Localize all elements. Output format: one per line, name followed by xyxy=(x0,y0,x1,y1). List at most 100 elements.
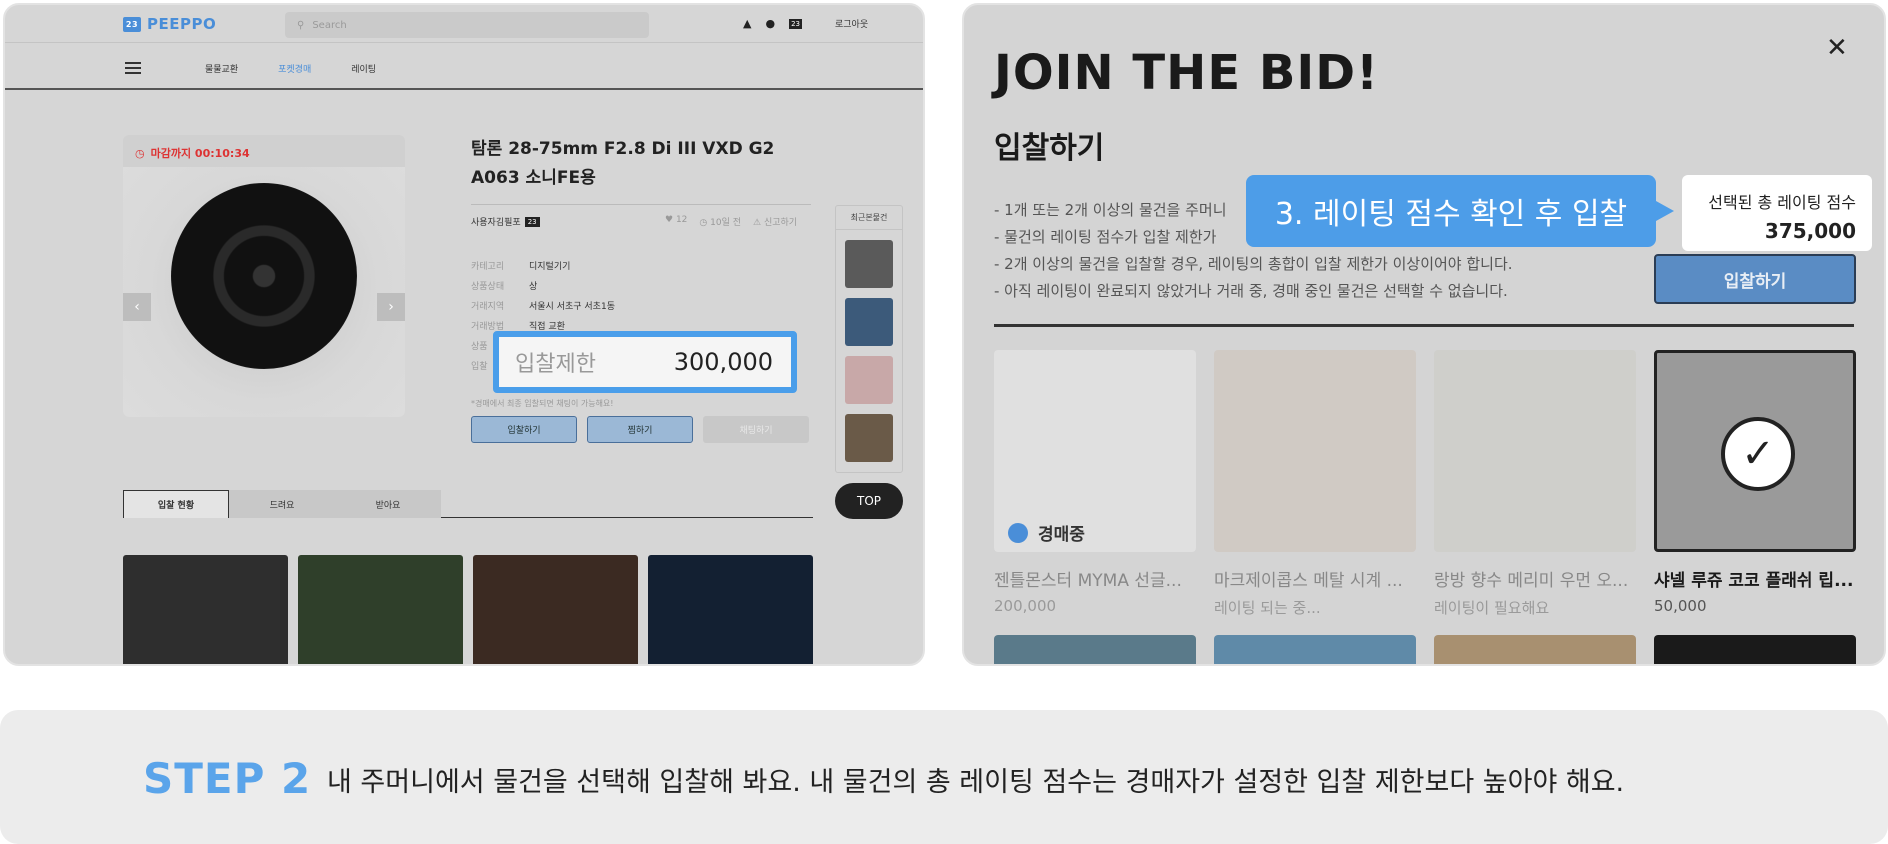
seller-badge: 23 xyxy=(524,216,540,227)
step-caption-bar: STEP 2 내 주머니에서 물건을 선택해 입찰해 봐요. 내 물건의 총 레… xyxy=(0,710,1888,844)
clock-icon: ◷ xyxy=(699,218,708,228)
chat-note: *경매에서 최종 입찰되면 채팅이 가능해요! xyxy=(471,399,614,408)
spec-row: 카테고리 디지털기기 xyxy=(471,261,571,272)
total-score-value: 375,000 xyxy=(1764,219,1856,243)
lipstick-image: ✓ xyxy=(1654,350,1856,552)
sunglasses-image: 경매중 xyxy=(994,350,1196,552)
spec-row: 거래지역 서울시 서초구 서초1동 xyxy=(471,301,615,312)
auction-badge: 경매중 xyxy=(1008,520,1085,545)
item-card[interactable]: 마크제이콥스 메탈 시계 ... 레이팅 되는 중... xyxy=(1214,350,1416,618)
tab-give[interactable]: 드려요 xyxy=(229,490,335,518)
tab-bid-status[interactable]: 입찰 현황 xyxy=(123,490,229,518)
perfume-image xyxy=(1434,350,1636,552)
deadline-timer: ◷ 마감까지 00:10:34 xyxy=(135,146,250,161)
gallery-item[interactable] xyxy=(648,555,813,664)
recent-thumb[interactable] xyxy=(845,240,893,288)
time-ago: ◷ 10일 전 xyxy=(699,218,742,228)
bid-tabs: 입찰 현황 드려요 받아요 xyxy=(123,490,813,518)
recently-viewed-title: 최근본물건 xyxy=(836,206,902,230)
item-status: 레이팅 되는 중... xyxy=(1214,599,1321,617)
item-name: 샤넬 루쥬 코코 플래쉬 립... xyxy=(1654,571,1854,591)
item-card[interactable] xyxy=(994,635,1196,664)
product-meta: ♥ 12 ◷ 10일 전 ⚠ 신고하기 xyxy=(665,215,797,228)
total-score-label: 선택된 총 레이팅 점수 xyxy=(1708,193,1856,212)
product-page-screenshot: 23 PEEPPO ⚲ Search ▲ ● 23 로그아웃 물물교환 포켓경매… xyxy=(3,3,925,666)
wishlist-button[interactable]: 찜하기 xyxy=(587,416,693,443)
chat-button[interactable]: 채팅하기 xyxy=(703,416,809,443)
bid-limit-value: 300,000 xyxy=(673,348,773,376)
bid-limit-label: 입찰제한 xyxy=(515,352,596,377)
divider xyxy=(471,204,811,205)
watch-image xyxy=(1214,350,1416,552)
step-label: STEP 2 xyxy=(143,754,312,803)
site-logo[interactable]: 23 PEEPPO xyxy=(123,15,216,33)
product-actions: 입찰하기 찜하기 채팅하기 xyxy=(471,416,809,443)
bell-icon[interactable]: ▲ xyxy=(743,17,751,30)
recent-thumb[interactable] xyxy=(845,414,893,462)
rule-line: - 2개 이상의 물건을 입찰할 경우, 레이팅의 총합이 입찰 제한가 이상이… xyxy=(994,255,1513,273)
step-callout: 3. 레이팅 점수 확인 후 입찰 xyxy=(1246,175,1674,247)
item-card[interactable]: 랑방 향수 메리미 우먼 오... 레이팅이 필요해요 xyxy=(1434,350,1636,618)
submit-bid-button[interactable]: 입찰하기 xyxy=(1654,254,1856,304)
heart-icon: ♥ xyxy=(665,215,674,225)
tab-receive[interactable]: 받아요 xyxy=(335,490,441,518)
modal-title: JOIN THE BID! xyxy=(994,45,1379,101)
spec-row: 상품상태 상 xyxy=(471,281,538,292)
nav-item-barter[interactable]: 물물교환 xyxy=(205,62,238,75)
close-icon[interactable]: ✕ xyxy=(1826,33,1848,63)
status-dot-icon xyxy=(1008,522,1028,543)
item-card[interactable] xyxy=(1434,635,1636,664)
nav-bar xyxy=(5,43,923,90)
recent-thumb[interactable] xyxy=(845,356,893,404)
gallery-item[interactable] xyxy=(298,555,463,664)
menu-icon[interactable] xyxy=(125,62,141,74)
item-status: 레이팅이 필요해요 xyxy=(1434,599,1550,617)
bid-gallery xyxy=(123,555,813,664)
search-placeholder: Search xyxy=(312,19,347,31)
total-score-box: 선택된 총 레이팅 점수 375,000 xyxy=(1682,175,1872,251)
search-input[interactable]: ⚲ Search xyxy=(285,12,649,38)
item-name: 랑방 향수 메리미 우먼 오... xyxy=(1434,571,1629,591)
item-card-selected[interactable]: ✓ 샤넬 루쥬 코코 플래쉬 립... 50,000 xyxy=(1654,350,1856,615)
camera-lens-image xyxy=(171,183,357,369)
recently-viewed: 최근본물건 xyxy=(835,205,903,473)
logout-link[interactable]: 로그아웃 xyxy=(835,17,868,30)
modal-subtitle: 입찰하기 xyxy=(994,131,1105,166)
recent-thumb[interactable] xyxy=(845,298,893,346)
gallery-item[interactable] xyxy=(123,555,288,664)
siren-icon: ⚠ xyxy=(753,218,762,228)
item-score: 200,000 xyxy=(994,597,1057,615)
gallery-item[interactable] xyxy=(473,555,638,664)
logo-text: PEEPPO xyxy=(147,15,217,33)
next-arrow-icon[interactable]: › xyxy=(377,293,405,321)
seller-info[interactable]: 사용자김필포 23 xyxy=(471,215,540,228)
scroll-top-button[interactable]: TOP xyxy=(835,483,903,519)
logo-badge: 23 xyxy=(123,16,141,32)
step-description: 내 주머니에서 물건을 선택해 입찰해 봐요. 내 물건의 총 레이팅 점수는 … xyxy=(327,767,1625,798)
clock-icon: ◷ xyxy=(135,146,145,160)
item-card[interactable] xyxy=(1654,635,1856,664)
check-icon: ✓ xyxy=(1721,417,1795,491)
badge-icon[interactable]: 23 xyxy=(789,18,802,29)
item-score: 50,000 xyxy=(1654,597,1707,615)
like-count[interactable]: ♥ 12 xyxy=(665,215,687,228)
bid-modal-screenshot: JOIN THE BID! 입찰하기 ✕ - 1개 또는 2개 이상의 물건을 … xyxy=(962,3,1886,666)
bid-limit-highlight: 입찰제한 300,000 xyxy=(493,331,797,393)
report-link[interactable]: ⚠ 신고하기 xyxy=(753,215,797,228)
nav-item-auction[interactable]: 포켓경매 xyxy=(278,62,311,75)
item-card[interactable] xyxy=(1214,635,1416,664)
user-icon[interactable]: ● xyxy=(765,17,775,30)
nav-links: 물물교환 포켓경매 레이팅 xyxy=(205,62,376,75)
divider xyxy=(994,324,1854,327)
nav-item-rating[interactable]: 레이팅 xyxy=(351,62,376,75)
bid-button[interactable]: 입찰하기 xyxy=(471,416,577,443)
prev-arrow-icon[interactable]: ‹ xyxy=(123,293,151,321)
rule-line: - 아직 레이팅이 완료되지 않았거나 거래 중, 경매 중인 물건은 선택할 … xyxy=(994,282,1508,300)
search-icon: ⚲ xyxy=(297,19,305,31)
header-icons: ▲ ● 23 xyxy=(743,17,802,30)
product-photo: ‹ › xyxy=(123,167,405,417)
item-name: 젠틀몬스터 MYMA 선글... xyxy=(994,571,1182,591)
product-image-carousel: ◷ 마감까지 00:10:34 ‹ › xyxy=(123,135,405,417)
product-title: 탐론 28-75mm F2.8 Di III VXD G2 A063 소니FE용 xyxy=(471,139,775,188)
item-card[interactable]: 경매중 젠틀몬스터 MYMA 선글... 200,000 xyxy=(994,350,1196,615)
